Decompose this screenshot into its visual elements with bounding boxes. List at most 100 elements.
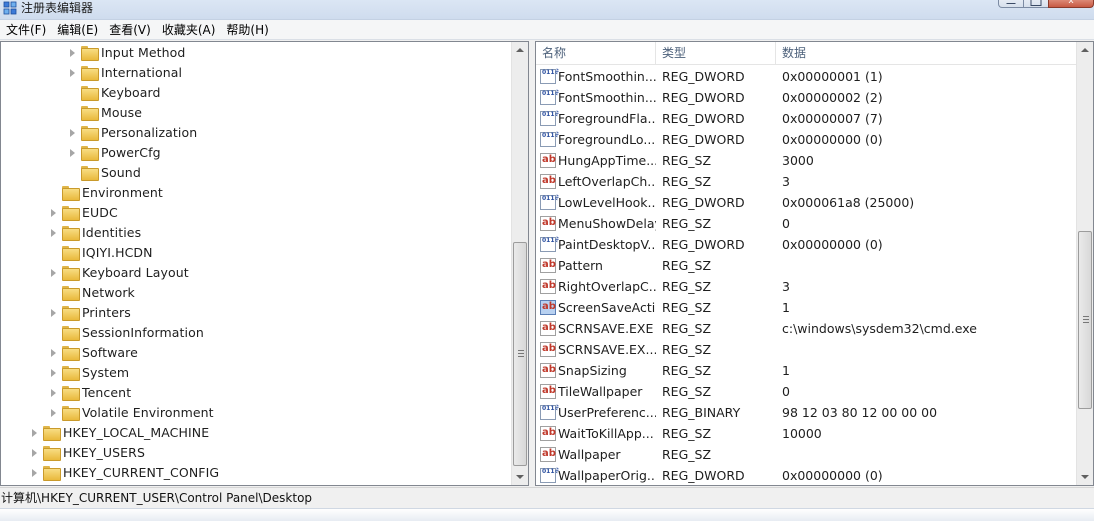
value-name-cell: Pattern <box>558 258 603 273</box>
expand-arrow-icon[interactable] <box>30 428 39 437</box>
window-controls <box>998 0 1094 8</box>
menu-view[interactable]: 查看(V) <box>105 20 155 40</box>
expand-arrow-icon[interactable] <box>30 448 39 457</box>
registry-tree-pane: Input Method International Keyboard Mouse Pe… <box>0 41 529 486</box>
list-vertical-scrollbar[interactable] <box>1076 42 1093 485</box>
table-row[interactable]: ScreenSaveActi... REG_SZ 1 <box>536 297 1076 318</box>
value-type-cell: REG_SZ <box>662 174 712 189</box>
expand-arrow-icon[interactable] <box>49 308 58 317</box>
value-type-cell: REG_SZ <box>662 153 712 168</box>
table-row[interactable]: Pattern REG_SZ <box>536 255 1076 276</box>
menu-help[interactable]: 帮助(H) <box>222 20 272 40</box>
table-row[interactable]: HungAppTime... REG_SZ 3000 <box>536 150 1076 171</box>
column-header-type[interactable]: 类型 <box>656 42 776 65</box>
tree-item[interactable]: Tencent <box>49 382 131 402</box>
tree-item[interactable]: Volatile Environment <box>49 402 214 422</box>
table-row[interactable]: ForegroundLo... REG_DWORD 0x00000000 (0) <box>536 129 1076 150</box>
list-scroll-thumb[interactable] <box>1078 231 1092 409</box>
table-row[interactable]: LeftOverlapCh... REG_SZ 3 <box>536 171 1076 192</box>
value-data-cell <box>782 339 1072 360</box>
value-data-cell: 3 <box>782 174 790 189</box>
table-row[interactable]: SCRNSAVE.EXE REG_SZ c:\windows\sysdem32\cm… <box>536 318 1076 339</box>
expand-arrow-icon[interactable] <box>68 48 77 57</box>
expand-arrow-icon[interactable] <box>30 468 39 477</box>
tree-item-label: PowerCfg <box>101 144 161 160</box>
table-row[interactable]: SnapSizing REG_SZ 1 <box>536 360 1076 381</box>
tree-item[interactable]: HKEY_LOCAL_MACHINE <box>30 422 209 442</box>
minimize-button[interactable] <box>998 0 1024 8</box>
value-name-cell: HungAppTime... <box>558 153 656 168</box>
tree-item[interactable]: Identities <box>49 222 141 242</box>
table-row[interactable]: UserPreferenc... REG_BINARY 98 12 03 80 12… <box>536 402 1076 423</box>
table-row[interactable]: WaitToKillApp... REG_SZ 10000 <box>536 423 1076 444</box>
value-data-cell: c:\windows\sysdem32\cmd.exe <box>782 321 977 336</box>
tree-item[interactable]: Input Method <box>68 42 185 62</box>
table-row[interactable]: ForegroundFla... REG_DWORD 0x00000007 (7) <box>536 108 1076 129</box>
registry-tree: Input Method International Keyboard Mouse Pe… <box>1 42 511 485</box>
table-row[interactable]: SCRNSAVE.EX... REG_SZ <box>536 339 1076 360</box>
tree-scroll-thumb[interactable] <box>513 242 527 466</box>
expand-arrow-icon[interactable] <box>68 128 77 137</box>
tree-item[interactable]: Network <box>49 282 135 302</box>
tree-item[interactable]: Sound <box>68 162 141 182</box>
folder-icon <box>62 325 80 341</box>
tree-vertical-scrollbar[interactable] <box>511 42 528 485</box>
expand-arrow-icon[interactable] <box>49 408 58 417</box>
table-row[interactable]: LowLevelHook... REG_DWORD 0x000061a8 (2500… <box>536 192 1076 213</box>
close-button[interactable] <box>1048 0 1094 8</box>
tree-item[interactable]: International <box>68 62 182 82</box>
tree-item-label: HKEY_LOCAL_MACHINE <box>63 424 210 440</box>
expand-arrow-icon[interactable] <box>49 348 58 357</box>
tree-item[interactable]: PowerCfg <box>68 142 161 162</box>
expand-arrow-icon[interactable] <box>49 208 58 217</box>
tree-item[interactable]: HKEY_USERS <box>30 442 145 462</box>
table-row[interactable]: Wallpaper REG_SZ <box>536 444 1076 465</box>
menu-file[interactable]: 文件(F) <box>2 20 50 40</box>
table-row[interactable]: TileWallpaper REG_SZ 0 <box>536 381 1076 402</box>
scroll-up-arrow-icon[interactable] <box>1077 42 1093 59</box>
scroll-down-arrow-icon[interactable] <box>1077 468 1093 485</box>
tree-item[interactable]: Personalization <box>68 122 197 142</box>
tree-item[interactable]: EUDC <box>49 202 118 222</box>
tree-item[interactable]: System <box>49 362 129 382</box>
scroll-up-arrow-icon[interactable] <box>512 42 528 59</box>
string-value-icon <box>540 174 556 189</box>
table-row[interactable]: MenuShowDelay REG_SZ 0 <box>536 213 1076 234</box>
tree-item[interactable]: SessionInformation <box>49 322 204 342</box>
expand-arrow-icon[interactable] <box>68 68 77 77</box>
table-row[interactable]: WallpaperOrig... REG_DWORD 0x00000000 (0) <box>536 465 1076 485</box>
table-row[interactable]: RightOverlapC... REG_SZ 3 <box>536 276 1076 297</box>
value-type-cell: REG_BINARY <box>662 405 741 420</box>
tree-item[interactable]: Keyboard <box>68 82 161 102</box>
tree-item[interactable]: Mouse <box>68 102 142 122</box>
menu-edit[interactable]: 编辑(E) <box>53 20 102 40</box>
column-header-data[interactable]: 数据 <box>776 42 1076 65</box>
tree-item[interactable]: IQIYI.HCDN <box>49 242 153 262</box>
tree-item[interactable]: Printers <box>49 302 131 322</box>
tree-item[interactable]: HKEY_CURRENT_CONFIG <box>30 462 219 482</box>
table-row[interactable]: PaintDesktopV... REG_DWORD 0x00000000 (0) <box>536 234 1076 255</box>
tree-item-label: Input Method <box>101 44 186 60</box>
expand-arrow-icon[interactable] <box>68 148 77 157</box>
table-row[interactable]: FontSmoothin... REG_DWORD 0x00000002 (2) <box>536 87 1076 108</box>
value-name-cell: SCRNSAVE.EX... <box>558 342 656 357</box>
tree-item[interactable]: Environment <box>49 182 163 202</box>
maximize-button[interactable] <box>1023 0 1049 8</box>
table-row[interactable]: FontSmoothin... REG_DWORD 0x00000001 (1) <box>536 66 1076 87</box>
column-header-name[interactable]: 名称 <box>536 42 656 65</box>
expand-arrow-icon[interactable] <box>49 268 58 277</box>
tree-item[interactable]: Software <box>49 342 138 362</box>
tree-item-label: Network <box>82 284 135 300</box>
folder-icon <box>62 185 80 201</box>
expand-arrow-icon[interactable] <box>49 228 58 237</box>
folder-icon <box>81 85 99 101</box>
values-list: 名称 类型 数据 FontSmoothin... REG_DWORD 0x00000… <box>536 42 1076 485</box>
tree-item[interactable]: Keyboard Layout <box>49 262 189 282</box>
menu-favorites[interactable]: 收藏夹(A) <box>158 20 220 40</box>
scroll-down-arrow-icon[interactable] <box>512 468 528 485</box>
tree-item-label: SessionInformation <box>82 324 204 340</box>
expand-arrow-icon[interactable] <box>49 368 58 377</box>
folder-icon <box>62 305 80 321</box>
expand-arrow-icon[interactable] <box>49 388 58 397</box>
